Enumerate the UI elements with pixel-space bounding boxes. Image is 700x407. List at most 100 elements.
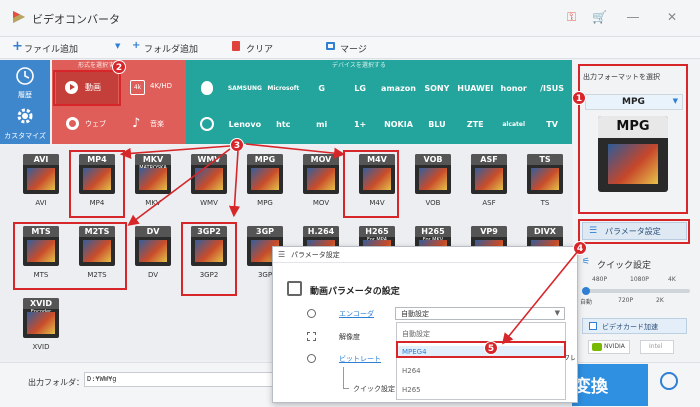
encoder-option-自動設定[interactable]: 自動設定 [396,327,564,341]
film-icon [195,240,223,262]
add-folder-button[interactable]: + フォルダ追加 [132,40,202,55]
nvidia-icon [592,343,602,351]
history-button[interactable]: 履歴 [0,63,50,101]
device-tile-row2-7[interactable]: ZTE [457,107,494,141]
film-icon [27,240,55,262]
format-item-mts[interactable]: MTS MTS [15,226,67,279]
4k-icon: 4k [130,80,145,95]
cart-icon[interactable]: 🛒 [592,10,607,24]
close-button[interactable]: ✕ [667,10,677,24]
format-icon: WMV [191,154,227,194]
device-tile-row1-9[interactable]: /ISUS [534,71,571,105]
format-item-asf[interactable]: ASF ASF [463,154,515,207]
device-tile-row2-1[interactable]: Lenovo [226,107,263,141]
custom-button[interactable]: カスタマイズ [0,103,50,143]
format-icon: MTS [23,226,59,266]
device-tile-row2-3[interactable]: mi [303,107,340,141]
add-file-button[interactable]: + ファイル追加 ▼ [12,39,120,55]
device-tile-row1-2[interactable]: Microsoft [265,71,302,105]
format-item-3gp2[interactable]: 3GP2 3GP2 [183,226,235,279]
format-icon: MOV [303,154,339,194]
device-tile-row1-0[interactable] [188,71,225,105]
motorola-icon [199,117,214,131]
device-tile-row1-7[interactable]: HUAWEI [457,71,494,105]
param-settings-button[interactable]: ☰ パラメータ設定 [582,222,687,240]
device-tile-row2-5[interactable]: NOKIA [380,107,417,141]
app-title: ビデオコンバータ [32,13,120,26]
device-tile-row2-0[interactable] [188,107,225,141]
format-item-avi[interactable]: AVI AVI [15,154,67,207]
device-tile-row1-5[interactable]: amazon [380,71,417,105]
nvidia-label: NVIDIA [604,343,625,350]
output-folder-input[interactable]: D:¥WW¥g [84,372,274,387]
format-label: ASF [482,199,496,207]
device-tile-row1-8[interactable]: honor [495,71,532,105]
format-tag: H265 [415,226,451,237]
encoder-option-mpeg4[interactable]: MPEG4 [396,346,564,358]
format-icon: DV [135,226,171,266]
encoder-option-h264[interactable]: H264 [396,365,564,377]
tab-music[interactable]: ♪ 音楽 [122,108,184,140]
format-item-mpg[interactable]: MPG MPG [239,154,291,207]
resolution-option[interactable]: 480P [592,276,607,283]
quick-settings-dialog-label: クイック設定 [353,385,395,393]
resolution-option[interactable]: 1080P [630,276,649,283]
resolution-option[interactable]: 2K [656,297,664,304]
format-item-m4v[interactable]: M4V M4V [351,154,403,207]
custom-label: カスタマイズ [4,132,46,140]
add-file-label: ファイル追加 [24,45,79,55]
film-icon [27,168,55,190]
format-item-mov[interactable]: MOV MOV [295,154,347,207]
format-item-mkv[interactable]: MKVMATROSKAMKV [127,154,179,207]
alarm-clock-icon[interactable] [660,372,678,390]
device-tile-row2-6[interactable]: BLU [418,107,455,141]
encoder-icon [307,309,316,318]
tab-4khd[interactable]: 4k 4K/HD [122,72,184,104]
encoder-select[interactable]: 自動設定 ▼ [395,307,565,320]
nvidia-badge: NVIDIA [588,340,630,354]
device-tile-row2-8[interactable]: alcatel [495,107,532,141]
tab-web-label: ウェブ [85,120,106,128]
device-tile-row1-3[interactable]: G [303,71,340,105]
device-tile-row2-4[interactable]: 1+ [342,107,379,141]
resolution-slider[interactable] [582,287,690,295]
device-tile-row1-1[interactable]: SAMSUNG [226,71,263,105]
format-item-m2ts[interactable]: M2TS M2TS [71,226,123,279]
resolution-option[interactable]: 720P [618,297,633,304]
format-item-wmv[interactable]: WMV WMV [183,154,235,207]
device-tile-row2-9[interactable]: TV [534,107,571,141]
intel-badge: Intel [640,340,674,354]
format-item-ts[interactable]: TS TS [519,154,571,207]
checkbox-icon[interactable] [589,322,597,330]
device-tile-row1-4[interactable]: LG [342,71,379,105]
format-tag: MTS [23,226,59,237]
format-icon: 3GP2 [191,226,227,266]
format-select[interactable]: MPG ▼ [585,94,683,110]
clear-button[interactable]: クリア [232,41,277,55]
tab-video[interactable]: 動画 [56,72,118,104]
gpu-accel-button[interactable]: ビデオカード加速 [582,318,687,334]
key-icon[interactable]: ⚿ [567,10,576,24]
format-item-xvid[interactable]: XVIDEncoderXVID [15,298,67,351]
merge-label: マージ [340,45,367,55]
encoder-label: エンコーダ [339,310,374,318]
tab-web[interactable]: ウェブ [56,108,118,140]
minimize-button[interactable]: ― [627,10,639,24]
device-tile-row1-6[interactable]: SONY [418,71,455,105]
film-icon [363,168,391,190]
resolution-option[interactable]: 自動 [580,297,592,306]
trash-icon [232,41,240,51]
merge-button[interactable]: マージ [326,41,371,55]
slider-handle[interactable] [582,287,590,295]
format-label: MTS [33,271,49,279]
format-tag: ASF [471,154,507,165]
format-item-dv[interactable]: DV DV [127,226,179,279]
chevron-down-icon[interactable]: ▼ [115,42,120,50]
format-item-mp4[interactable]: MP4 MP4 [71,154,123,207]
encoder-option-h265[interactable]: H265 [396,384,564,396]
format-item-vob[interactable]: VOB VOB [407,154,459,207]
video-section-label: 形式を選択する [78,62,121,69]
resolution-option[interactable]: 4K [668,276,676,283]
convert-button[interactable]: 変換 [572,364,648,406]
device-tile-row2-2[interactable]: htc [265,107,302,141]
